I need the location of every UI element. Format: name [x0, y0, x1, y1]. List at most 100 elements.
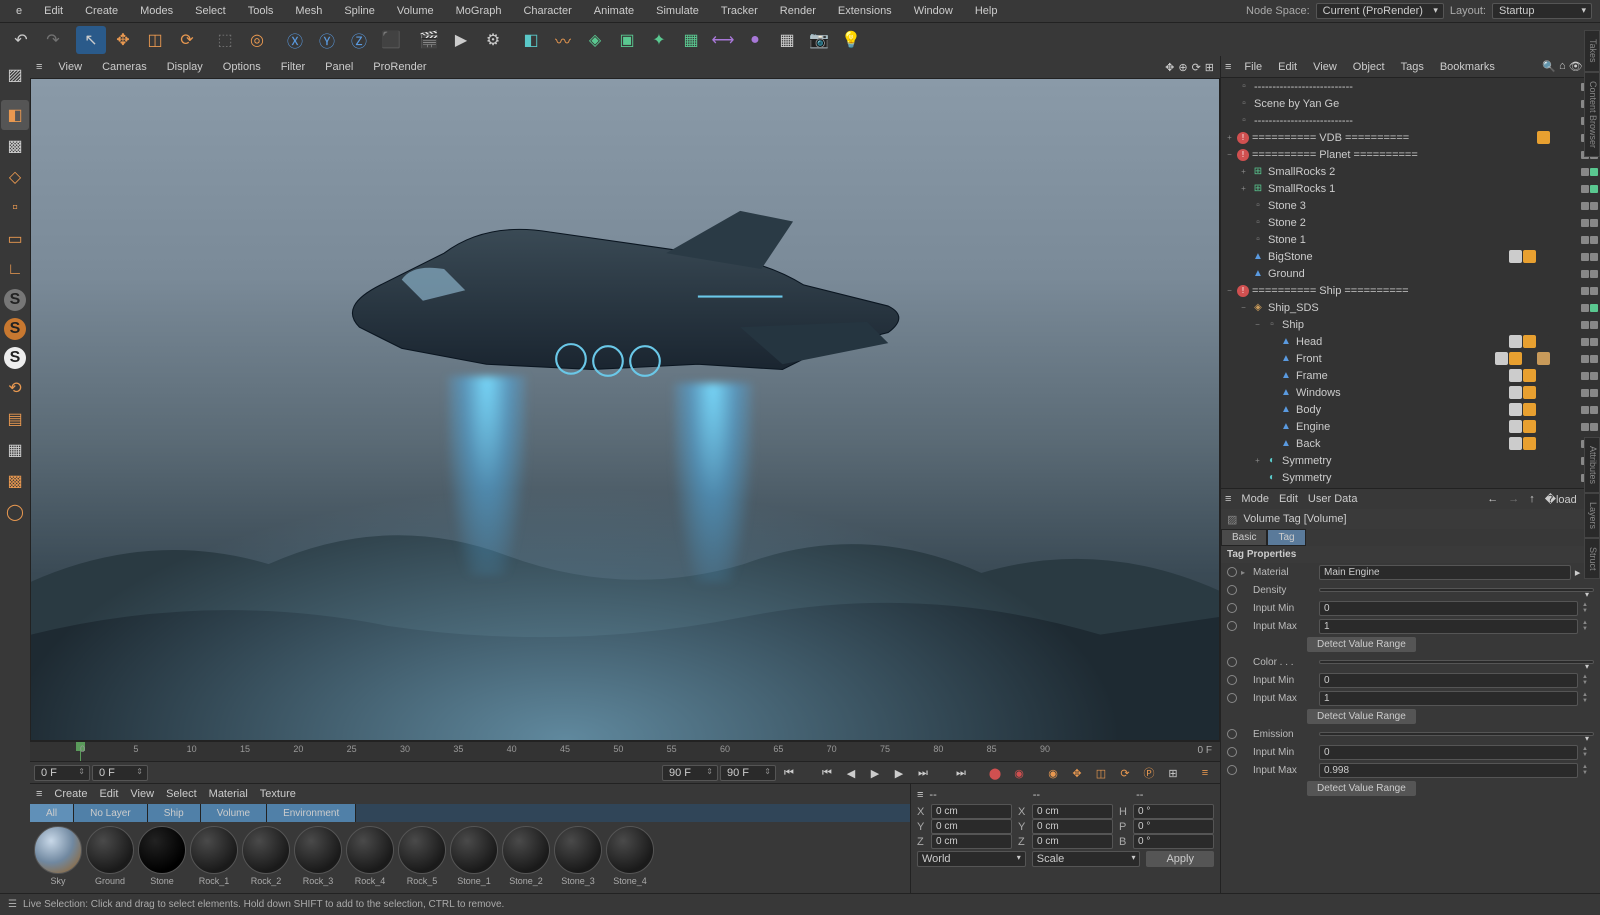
- tag-icon[interactable]: [1537, 454, 1550, 467]
- key-scale[interactable]: ◫: [1090, 763, 1112, 783]
- coord-field[interactable]: 0 °: [1133, 834, 1214, 849]
- mat-select[interactable]: Select: [166, 788, 197, 800]
- menu-render[interactable]: Render: [772, 3, 824, 19]
- add-light[interactable]: ▦: [772, 26, 802, 54]
- last-tool[interactable]: ⬚: [210, 26, 240, 54]
- density-dropdown[interactable]: [1319, 588, 1594, 592]
- tag-icon[interactable]: [1537, 420, 1550, 433]
- apply-button[interactable]: Apply: [1146, 851, 1214, 867]
- anim-ring[interactable]: [1227, 747, 1237, 757]
- om-tags[interactable]: Tags: [1398, 60, 1427, 74]
- menu-simulate[interactable]: Simulate: [648, 3, 707, 19]
- menu-spline[interactable]: Spline: [336, 3, 383, 19]
- z-axis-lock[interactable]: Ⓩ: [344, 26, 374, 54]
- nav-icon[interactable]: ✥: [1165, 61, 1174, 74]
- make-editable[interactable]: ▨: [1, 60, 29, 90]
- snap-2[interactable]: ▩: [1, 466, 29, 496]
- tag-icon[interactable]: [1523, 437, 1536, 450]
- tag-icon[interactable]: [1537, 437, 1550, 450]
- autokey-button[interactable]: ◉: [1008, 763, 1030, 783]
- menu-extensions[interactable]: Extensions: [830, 3, 900, 19]
- snap-3[interactable]: ◯: [1, 497, 29, 527]
- coord-field[interactable]: 0 cm: [931, 834, 1012, 849]
- tab-basic[interactable]: Basic: [1221, 529, 1267, 546]
- up-icon[interactable]: ↑: [1529, 493, 1535, 505]
- key-rot[interactable]: ⟳: [1114, 763, 1136, 783]
- tag-icon[interactable]: [1523, 403, 1536, 416]
- tree-item[interactable]: ▲Engine: [1221, 418, 1600, 435]
- tag-icon[interactable]: [1537, 182, 1550, 195]
- fwd-icon[interactable]: →: [1508, 493, 1519, 505]
- zoom-icon[interactable]: ⊕: [1178, 61, 1187, 74]
- emission-dropdown[interactable]: [1319, 732, 1594, 736]
- menu-edit[interactable]: Edit: [36, 3, 71, 19]
- mat-create[interactable]: Create: [54, 788, 87, 800]
- inmax3-field[interactable]: 0.998: [1319, 763, 1578, 778]
- expand-toggle[interactable]: −: [1225, 286, 1234, 295]
- takes-tab[interactable]: Takes: [1584, 30, 1600, 72]
- tree-item[interactable]: ▫---------------------------: [1221, 78, 1600, 95]
- nodespace-dropdown[interactable]: Current (ProRender): [1316, 3, 1444, 19]
- move-tool[interactable]: ✥: [108, 26, 138, 54]
- attr-userdata[interactable]: User Data: [1308, 493, 1358, 505]
- goto-start[interactable]: ⏮: [778, 763, 800, 783]
- tag-icon[interactable]: [1523, 250, 1536, 263]
- record-button[interactable]: ⬤: [984, 763, 1006, 783]
- tag-icon[interactable]: [1509, 386, 1522, 399]
- axis-s2[interactable]: S: [4, 318, 26, 340]
- material-stone_1[interactable]: Stone_1: [450, 826, 498, 889]
- prev-frame[interactable]: ◀: [840, 763, 862, 783]
- expand-toggle[interactable]: +: [1239, 167, 1248, 176]
- menu-character[interactable]: Character: [515, 3, 579, 19]
- add-cube[interactable]: ◧: [516, 26, 546, 54]
- coord-mode2[interactable]: Scale: [1032, 851, 1141, 867]
- tag-icon[interactable]: [1523, 352, 1536, 365]
- y-axis-lock[interactable]: Ⓨ: [312, 26, 342, 54]
- material-field[interactable]: Main Engine: [1319, 565, 1571, 580]
- range-start-field[interactable]: 0 F: [34, 765, 90, 781]
- tree-item[interactable]: ▫Stone 2: [1221, 214, 1600, 231]
- panel-menu[interactable]: Panel: [321, 59, 357, 75]
- texture-mode[interactable]: ▩: [1, 131, 29, 161]
- add-generator[interactable]: ◈: [580, 26, 610, 54]
- options-menu[interactable]: Options: [219, 59, 265, 75]
- tag-icon[interactable]: [1537, 352, 1550, 365]
- anim-ring[interactable]: [1227, 585, 1237, 595]
- prev-key[interactable]: ⏮: [816, 763, 838, 783]
- axis-s[interactable]: S: [4, 289, 26, 311]
- key-pos[interactable]: ✥: [1066, 763, 1088, 783]
- tree-item[interactable]: ▲Front: [1221, 350, 1600, 367]
- hamburger-icon[interactable]: ≡: [1225, 493, 1231, 505]
- hamburger-icon[interactable]: ≡: [917, 789, 923, 801]
- expand-toggle[interactable]: −: [1253, 320, 1262, 329]
- tag-icon[interactable]: [1509, 437, 1522, 450]
- eye-icon[interactable]: 👁: [1569, 60, 1583, 73]
- range-end-field[interactable]: 90 F: [662, 765, 718, 781]
- add-cloner[interactable]: ▣: [612, 26, 642, 54]
- tree-item[interactable]: ▲Back: [1221, 435, 1600, 452]
- tag-icon[interactable]: [1523, 386, 1536, 399]
- inmin3-field[interactable]: 0: [1319, 745, 1578, 760]
- om-view[interactable]: View: [1310, 60, 1340, 74]
- color-dropdown[interactable]: [1319, 660, 1594, 664]
- next-key[interactable]: ⏭: [912, 763, 934, 783]
- inmax2-field[interactable]: 1: [1319, 691, 1578, 706]
- coord-field[interactable]: 0 cm: [1032, 804, 1113, 819]
- tree-item[interactable]: ▫Stone 1: [1221, 231, 1600, 248]
- tag-icon[interactable]: [1537, 165, 1550, 178]
- expand-toggle[interactable]: −: [1225, 150, 1234, 159]
- tree-item[interactable]: +⊞SmallRocks 2: [1221, 163, 1600, 180]
- layout-icon[interactable]: ⊞: [1205, 61, 1214, 74]
- coord-field[interactable]: 0 cm: [1032, 834, 1113, 849]
- layout-dropdown[interactable]: Startup: [1492, 3, 1592, 19]
- add-camera[interactable]: ●: [740, 26, 770, 54]
- tree-item[interactable]: ▲BigStone: [1221, 248, 1600, 265]
- tree-item[interactable]: −!========== Ship ==========: [1221, 282, 1600, 299]
- tag-icon[interactable]: [1523, 420, 1536, 433]
- tag-icon[interactable]: [1509, 335, 1522, 348]
- anim-ring[interactable]: [1227, 567, 1237, 577]
- tag-icon[interactable]: [1509, 420, 1522, 433]
- viewport-solo[interactable]: ▤: [1, 404, 29, 434]
- tweak-mode[interactable]: ⟲: [1, 373, 29, 403]
- anim-ring[interactable]: [1227, 765, 1237, 775]
